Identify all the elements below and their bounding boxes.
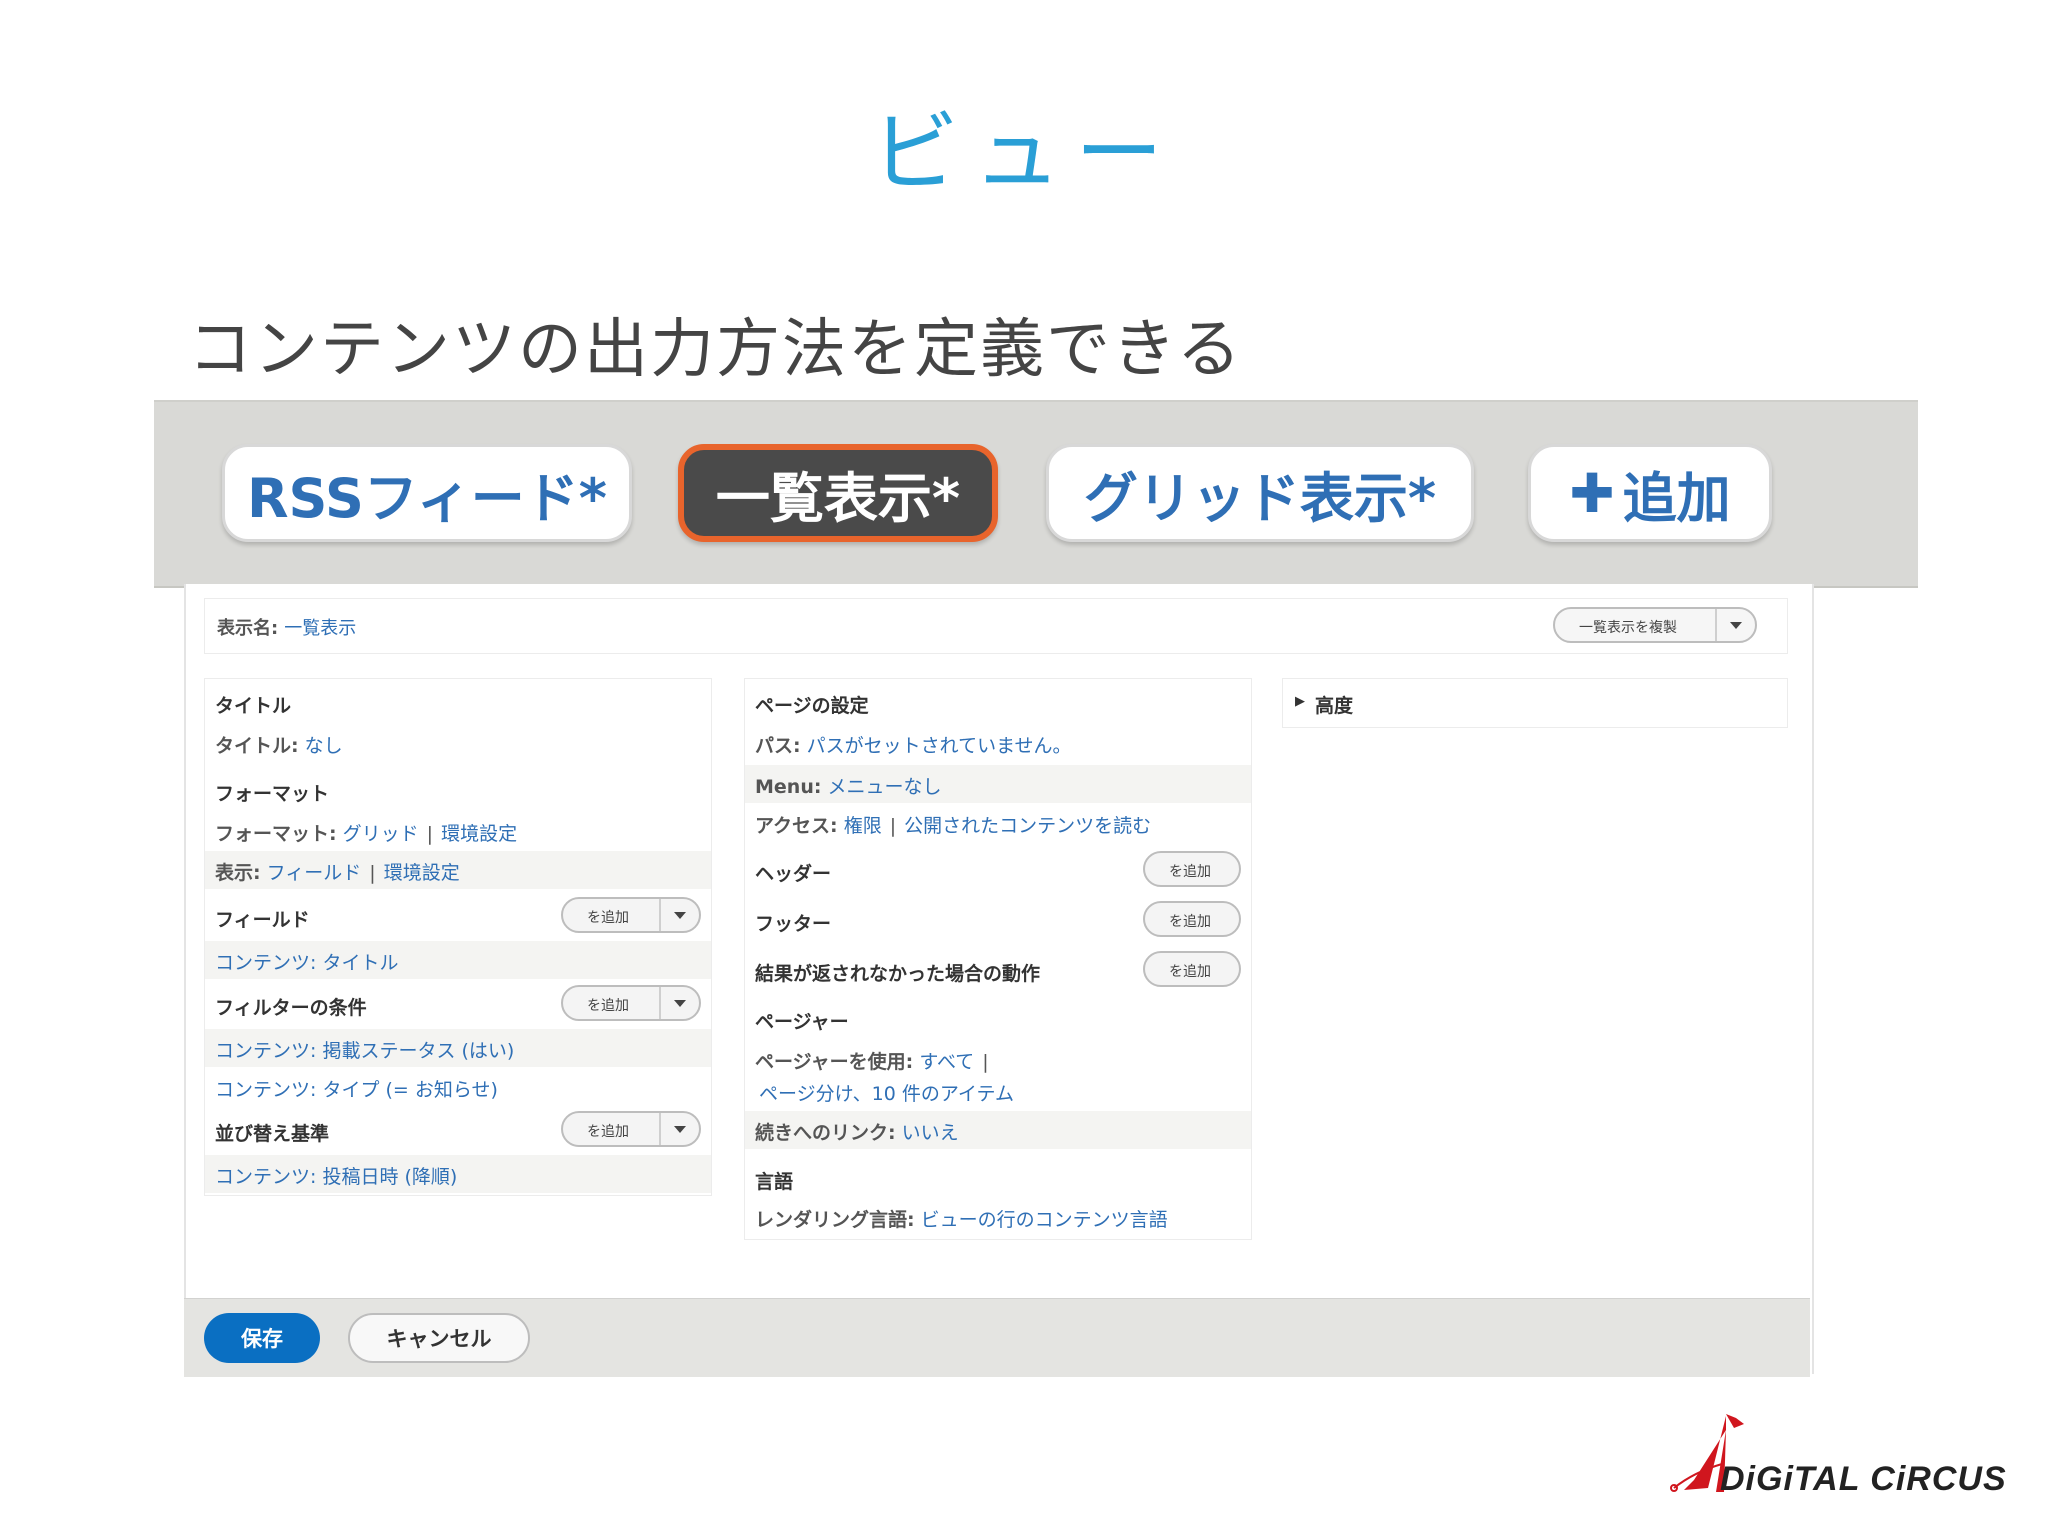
tab-label: グリッド表示*: [1083, 466, 1437, 530]
add-footer-button[interactable]: を追加: [1143, 901, 1241, 937]
section-heading-language: 言語: [755, 1171, 794, 1193]
title-value-link[interactable]: なし: [305, 735, 343, 757]
middle-column: ページの設定 パス: パスがセットされていません。 Menu: メニューなし ア…: [744, 678, 1252, 1240]
tab-list-view[interactable]: 一覧表示*: [678, 444, 998, 542]
language-row: レンダリング言語: ビューの行のコンテンツ言語: [755, 1209, 1168, 1231]
pager-use-row: ページャーを使用: すべて |: [755, 1051, 989, 1073]
pager-more-link[interactable]: いいえ: [902, 1122, 959, 1144]
access-row: アクセス: 権限 | 公開されたコンテンツを読む: [755, 815, 1152, 837]
display-name-bar: 表示名: 一覧表示 一覧表示を複製: [204, 598, 1788, 654]
add-filter-button[interactable]: を追加: [561, 985, 701, 1021]
plus-icon: ✚: [1569, 461, 1615, 525]
access-permission-link[interactable]: 権限: [844, 815, 882, 837]
section-heading-footer: フッター: [755, 913, 832, 935]
chevron-down-icon[interactable]: [674, 912, 686, 919]
display-name-label: 表示名:: [217, 618, 279, 639]
display-name-value[interactable]: 一覧表示: [284, 618, 356, 639]
form-actions-bar: 保存 キャンセル: [184, 1298, 1810, 1377]
add-field-button[interactable]: を追加: [561, 897, 701, 933]
pager-detail-link[interactable]: ページ分け、10 件のアイテム: [759, 1083, 1014, 1105]
pager-detail-row: ページ分け、10 件のアイテム: [745, 1079, 1014, 1106]
menu-value-link[interactable]: メニューなし: [828, 776, 942, 798]
tab-label: 追加: [1622, 466, 1731, 530]
title-row: タイトル: なし: [215, 735, 343, 757]
show-row: 表示: フィールド | 環境設定: [205, 851, 711, 889]
tab-rss-feed[interactable]: RSSフィード*: [222, 444, 632, 542]
add-header-button[interactable]: を追加: [1143, 851, 1241, 887]
save-button[interactable]: 保存: [204, 1313, 320, 1363]
section-heading-pager: ページャー: [755, 1011, 849, 1033]
section-heading-sort: 並び替え基準: [215, 1123, 330, 1145]
list-item[interactable]: コンテンツ: タイプ (= お知らせ): [205, 1075, 498, 1102]
logo-text: DiGiTAL CiRCUS: [1720, 1460, 2007, 1498]
duplicate-label: 一覧表示を複製: [1579, 620, 1677, 636]
left-column: タイトル タイトル: なし フォーマット フォーマット: グリッド | 環境設定 表…: [204, 678, 712, 1196]
tab-label: RSSフィード*: [246, 466, 608, 530]
section-heading-no-results: 結果が返されなかった場合の動作: [755, 963, 1041, 985]
show-settings-link[interactable]: 環境設定: [384, 862, 460, 884]
section-heading-header: ヘッダー: [755, 863, 832, 885]
chevron-down-icon[interactable]: [1730, 622, 1742, 629]
format-row: フォーマット: グリッド | 環境設定: [215, 823, 518, 845]
slide-title: ビュー: [870, 101, 1177, 204]
format-value-link[interactable]: グリッド: [343, 823, 419, 845]
pager-more-row: 続きへのリンク: いいえ: [745, 1111, 1251, 1149]
add-sort-button[interactable]: を追加: [561, 1111, 701, 1147]
tab-grid-view[interactable]: グリッド表示*: [1046, 444, 1474, 542]
slide-subtitle: コンテンツの出力方法を定義できる: [188, 313, 1243, 387]
tab-add[interactable]: ✚ 追加: [1528, 444, 1772, 542]
path-value-link[interactable]: パスがセットされていません。: [807, 735, 1072, 757]
list-item[interactable]: コンテンツ: タイトル: [205, 941, 711, 979]
format-settings-link[interactable]: 環境設定: [441, 823, 517, 845]
pager-use-link[interactable]: すべて: [919, 1051, 974, 1073]
section-heading-format: フォーマット: [215, 783, 330, 805]
triangle-right-icon: ▶: [1295, 694, 1305, 709]
section-heading-page-settings: ページの設定: [755, 695, 869, 717]
section-heading-filters: フィルターの条件: [215, 997, 367, 1019]
tab-label: 一覧表示*: [715, 466, 961, 530]
duplicate-display-button[interactable]: 一覧表示を複製: [1553, 607, 1757, 643]
list-item[interactable]: コンテンツ: 掲載ステータス (はい): [205, 1029, 711, 1067]
display-tabs-bar: RSSフィード* 一覧表示* グリッド表示* ✚ 追加: [154, 400, 1918, 588]
chevron-down-icon[interactable]: [674, 1000, 686, 1007]
language-value-link[interactable]: ビューの行のコンテンツ言語: [921, 1209, 1168, 1231]
show-value-link[interactable]: フィールド: [267, 862, 362, 884]
access-detail-link[interactable]: 公開されたコンテンツを読む: [904, 815, 1151, 837]
add-no-results-button[interactable]: を追加: [1143, 951, 1241, 987]
cancel-button[interactable]: キャンセル: [348, 1313, 530, 1363]
list-item[interactable]: コンテンツ: 投稿日時 (降順): [205, 1155, 711, 1193]
advanced-section-toggle[interactable]: ▶ 高度: [1282, 678, 1788, 728]
digital-circus-logo: DiGiTAL CiRCUS: [1664, 1410, 2014, 1500]
section-heading-fields: フィールド: [215, 909, 310, 931]
menu-row: Menu: メニューなし: [745, 765, 1251, 803]
section-heading-title: タイトル: [215, 695, 292, 717]
path-row: パス: パスがセットされていません。: [755, 735, 1072, 757]
chevron-down-icon[interactable]: [674, 1126, 686, 1133]
